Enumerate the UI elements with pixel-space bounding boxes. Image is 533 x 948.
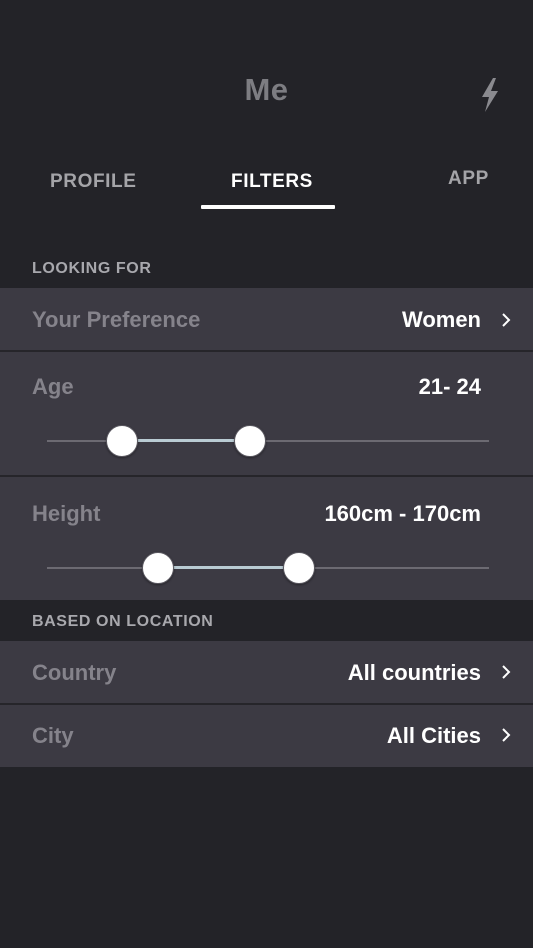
country-row[interactable]: Country All countries <box>0 641 533 703</box>
active-tab-indicator <box>201 205 335 209</box>
height-row: Height 160cm - 170cm <box>0 477 533 600</box>
tab-profile[interactable]: PROFILE <box>50 171 137 193</box>
section-label-location: BASED ON LOCATION <box>32 613 214 630</box>
tab-filters[interactable]: FILTERS <box>231 171 313 193</box>
age-min-thumb[interactable] <box>106 425 139 457</box>
height-slider-range <box>157 566 299 569</box>
height-min-thumb[interactable] <box>141 552 174 584</box>
age-slider-range <box>122 439 251 442</box>
age-row: Age 21- 24 <box>0 352 533 475</box>
city-value: All Cities <box>386 723 481 748</box>
age-label: Age <box>32 374 74 399</box>
chevron-right-icon <box>502 665 511 679</box>
preference-value: Women <box>401 307 481 332</box>
chevron-right-icon <box>502 728 511 742</box>
height-max-thumb[interactable] <box>282 552 315 584</box>
country-label: Country <box>32 660 117 685</box>
tab-app[interactable]: APP <box>448 168 489 190</box>
age-max-thumb[interactable] <box>234 425 267 457</box>
lightning-bolt-icon[interactable] <box>479 78 501 112</box>
section-label-looking-for: LOOKING FOR <box>32 260 152 277</box>
city-label: City <box>32 723 74 748</box>
height-label: Height <box>32 501 101 526</box>
chevron-right-icon <box>502 313 511 327</box>
height-value: 160cm - 170cm <box>324 501 481 526</box>
age-value: 21- 24 <box>418 374 481 399</box>
city-row[interactable]: City All Cities <box>0 705 533 767</box>
preference-row[interactable]: Your Preference Women <box>0 288 533 350</box>
page-title: Me <box>244 72 289 107</box>
preference-label: Your Preference <box>32 307 201 332</box>
country-value: All countries <box>347 660 481 685</box>
header: Me <box>0 0 533 140</box>
